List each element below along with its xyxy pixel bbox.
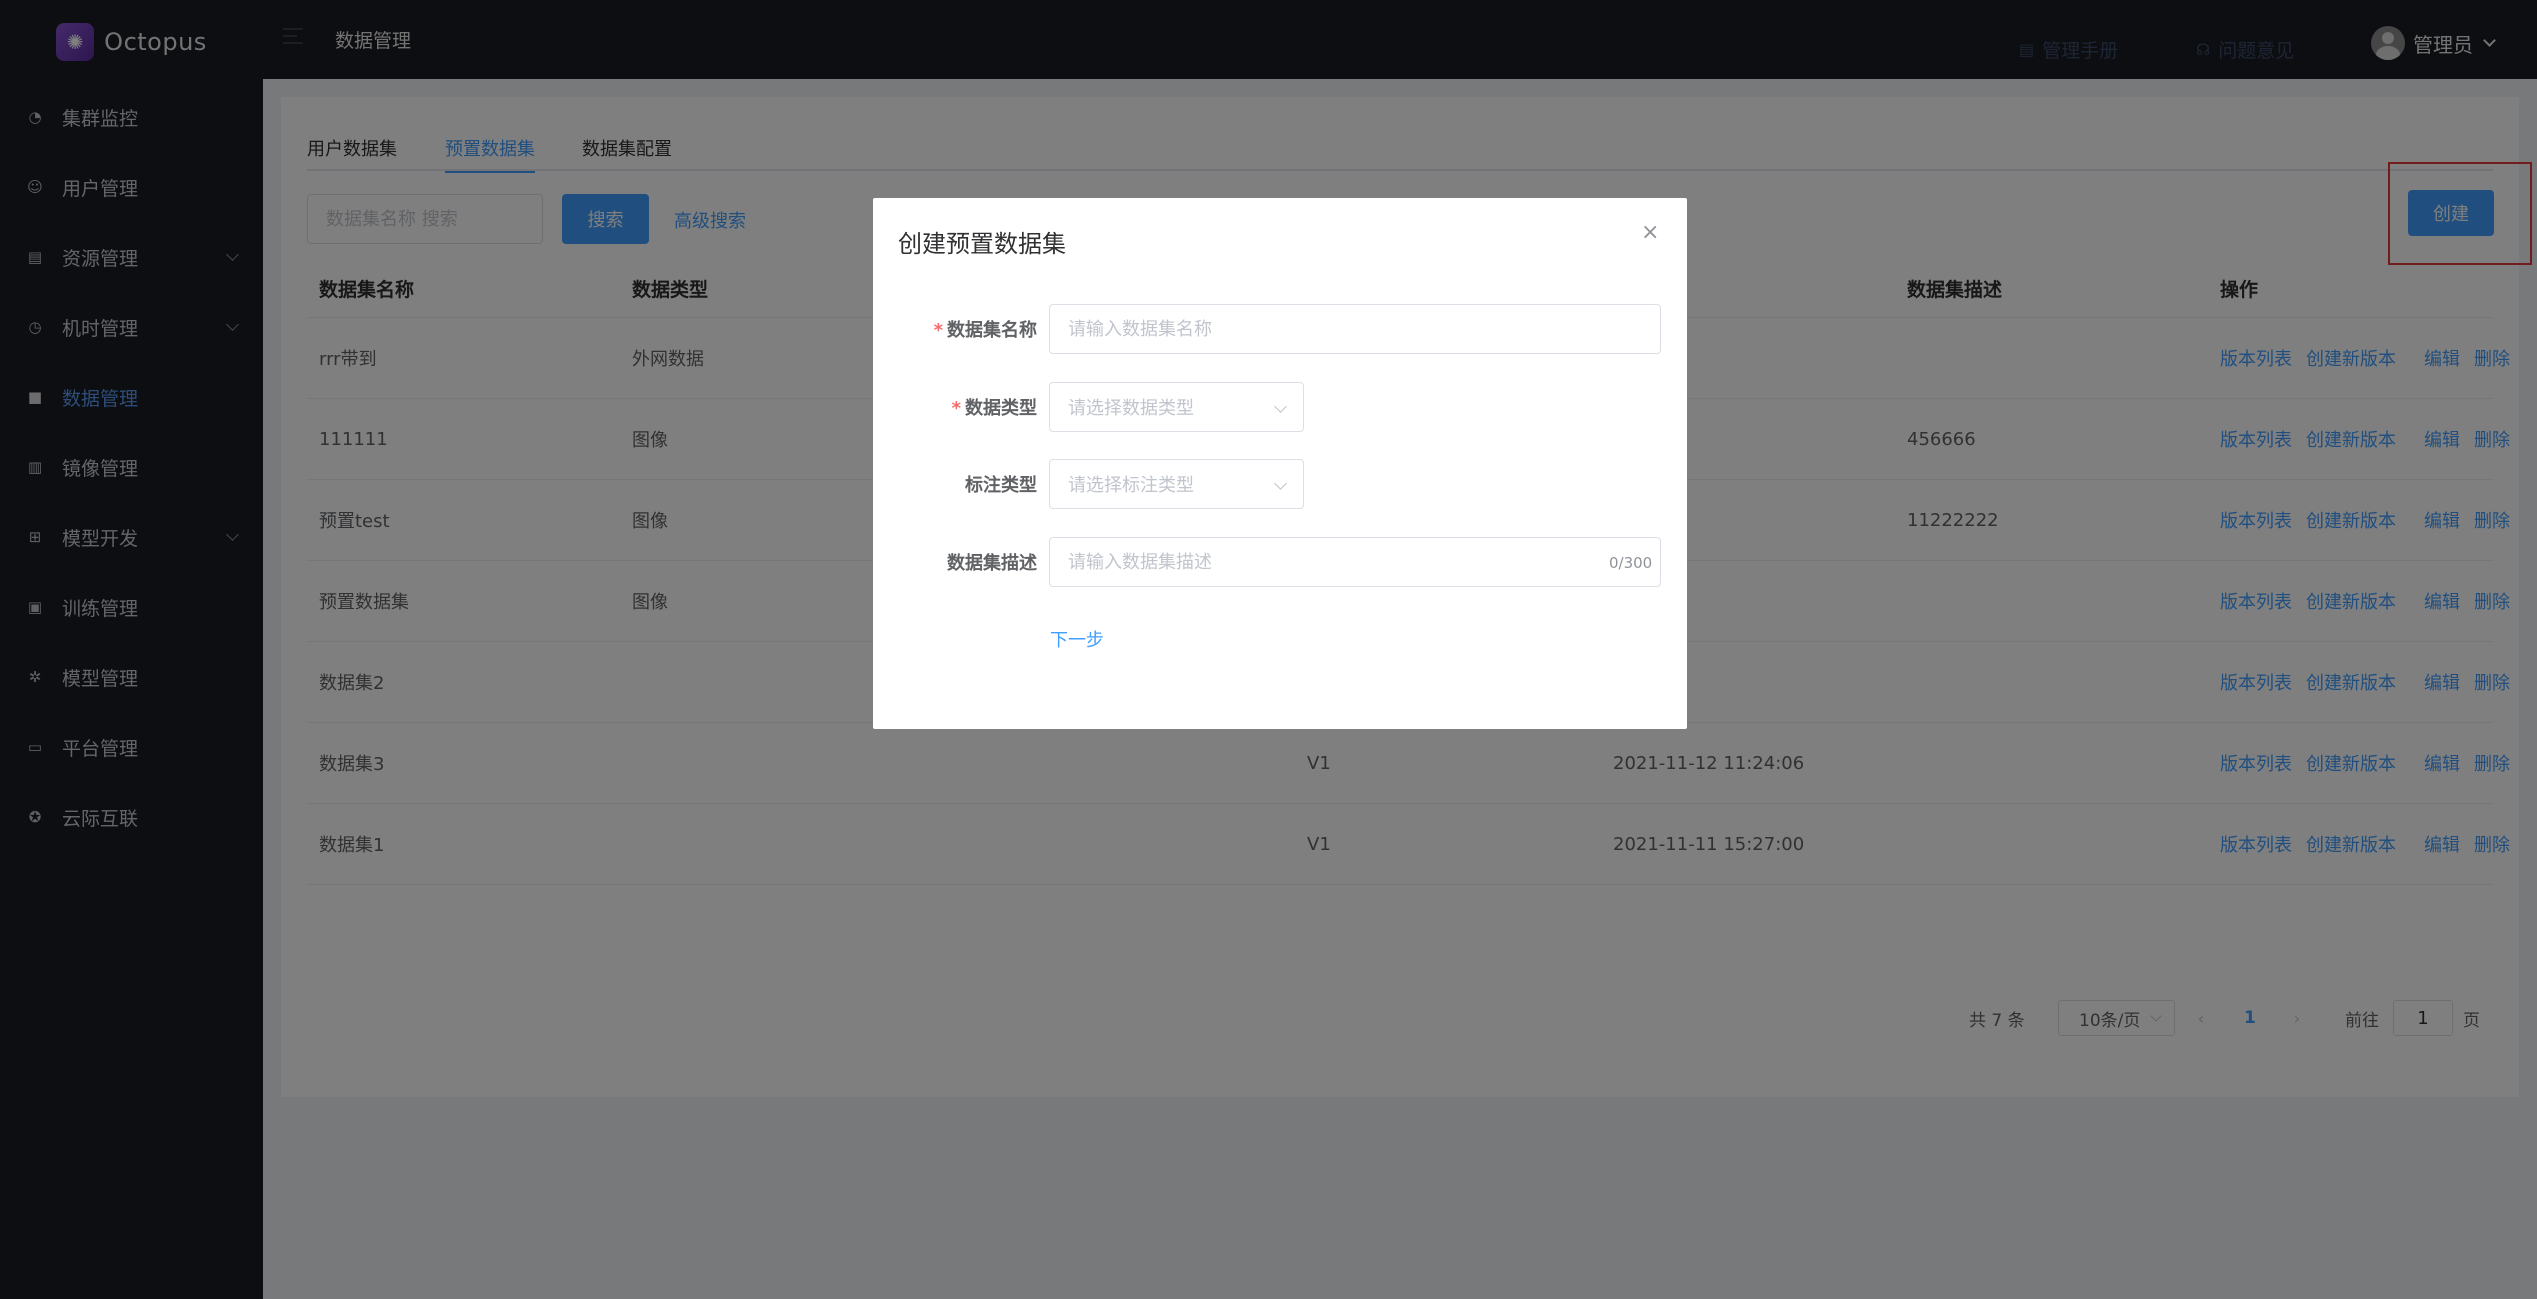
type-label: * 数据类型 xyxy=(951,398,1037,419)
create-dataset-dialog: 创建预置数据集 × *数据集名称 *数据类型 请选择数据类型 标注类型 请选择标… xyxy=(873,198,1687,729)
next-step-button[interactable]: 下一步 xyxy=(1050,626,1104,652)
desc-label: 数据集描述 xyxy=(947,553,1037,574)
dataset-desc-input[interactable] xyxy=(1049,537,1661,587)
close-icon[interactable]: × xyxy=(1641,220,1659,245)
dialog-title: 创建预置数据集 xyxy=(898,230,1066,258)
annotation-type-select[interactable]: 请选择标注类型 xyxy=(1049,459,1304,509)
data-type-select[interactable]: 请选择数据类型 xyxy=(1049,382,1304,432)
desc-char-counter: 0/300 xyxy=(1609,554,1653,572)
annotation-label: 标注类型 xyxy=(965,475,1037,496)
name-label: * 数据集名称 xyxy=(933,320,1037,341)
annotation-type-placeholder: 请选择标注类型 xyxy=(1068,475,1194,496)
chevron-down-icon xyxy=(1274,477,1287,490)
dataset-name-input[interactable] xyxy=(1049,304,1661,354)
chevron-down-icon xyxy=(1274,400,1287,413)
data-type-placeholder: 请选择数据类型 xyxy=(1068,398,1194,419)
